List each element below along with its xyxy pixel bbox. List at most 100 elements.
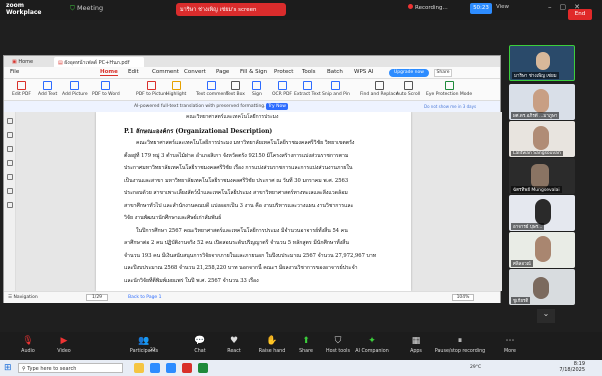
menu-protect[interactable]: Protect [274,69,293,75]
layers-icon[interactable] [7,188,13,194]
avatar [535,199,551,225]
bookmark-icon[interactable] [7,132,13,138]
file-explorer-icon[interactable] [134,363,144,373]
excel-icon[interactable] [198,363,208,373]
tab-document[interactable]: ▤ ผังอุดหน้าเฟลด์ PC+Hนภ.pdf [54,57,144,67]
audio-button[interactable]: 🎙 Audio [8,336,48,354]
menu-home[interactable]: Home [100,69,118,76]
menu-tools[interactable]: Tools [302,69,316,75]
tool-pdf-to-word[interactable]: PDF to Word [92,81,120,97]
try-now-button[interactable]: Try Now [266,103,288,110]
toolbar-label: AI Companion [355,349,389,354]
menu-fill-sign[interactable]: Fill & Sign [240,69,267,75]
tool-label: Text Box [226,92,245,97]
pdf-ribbon: Edit PDF Add Text Add Picture PDF to Word PD… [4,79,500,101]
windows-start-icon[interactable]: ⊞ [4,363,14,373]
document-canvas[interactable]: คณะวิทยาศาสตร์และเทคโนโลยีการประมง P.1 ล… [16,112,502,291]
thumbnail-icon[interactable] [7,118,13,124]
menu-comment[interactable]: Comment [152,69,179,75]
participant-tile[interactable]: Lalitwan Sangsouvan [509,121,575,157]
tool-icon [171,81,181,90]
tool-label: Sign [252,92,262,97]
toolbar-label: More [504,349,516,354]
windows-taskbar: ⊞ ⚲ Type here to search 29°C 8:19 7/18/2… [0,360,602,376]
tool-auto-scroll[interactable]: Auto Scroll [396,81,420,97]
tool-snip-and-pin[interactable]: Snip and Pin [322,81,350,97]
tool-extract-text[interactable]: Extract Text [294,81,321,97]
page-number-field[interactable]: 1/29 [86,294,108,301]
tool-find-and-replace[interactable]: Find and Replace [360,81,398,97]
chevron-down-icon[interactable]: ⌄ [537,309,555,323]
wps-pdf-icon[interactable] [182,363,192,373]
taskbar-clock[interactable]: 8:19 7/18/2025 [553,361,585,373]
participant-tile[interactable]: ฉัตรทิพย์ Mungsevalai [509,158,575,194]
avatar [533,126,549,150]
participants-button[interactable]: 👥 Participants 22 [124,336,164,354]
tool-add-text[interactable]: Add Text [38,81,57,97]
upgrade-button[interactable]: Upgrade now [389,69,429,77]
participant-tile[interactable]: มาริษา ช่างเพิญ เซ่ยม [509,45,575,81]
tool-highlight[interactable]: Highlight [166,81,186,97]
menu-file[interactable]: File [10,69,19,75]
menu-page[interactable]: Page [216,69,229,75]
attachment-icon[interactable] [7,160,13,166]
tab-home[interactable]: ▣ Home [8,57,38,67]
tool-text-box[interactable]: Text Box [226,81,245,97]
avatar [536,52,550,70]
menu-wps-ai[interactable]: WPS AI [354,69,373,75]
react-button[interactable]: ♥ React [214,336,254,354]
tool-label: Add Picture [62,92,88,97]
taskbar-search-input[interactable]: ⚲ Type here to search [18,363,123,373]
weather-widget[interactable]: 29°C [470,365,481,370]
tool-label: PDF to Word [92,92,120,97]
pdf-tab-bar: ▣ Home ▤ ผังอุดหน้าเฟลด์ PC+Hนภ.pdf [4,56,500,67]
back-to-page-link[interactable]: Back to Page 1 [128,295,162,300]
tool-text-comment[interactable]: Text comment [196,81,228,97]
apps-icon: ▦ [411,336,421,346]
signature-icon[interactable] [7,202,13,208]
tool-sign[interactable]: Sign [252,81,262,97]
zoom-app-icon[interactable] [166,363,176,373]
more-button[interactable]: ⋯ More [490,336,530,354]
participant-tile[interactable]: ชูเกียรติ [509,269,575,305]
tool-pdf-to-picture[interactable]: PDF to Picture [136,81,168,97]
tool-eye-protection-mode[interactable]: Eye Protection Mode [426,81,472,97]
tool-edit-pdf[interactable]: Edit PDF [12,81,31,97]
tool-icon [403,81,413,90]
participant-count-badge: 22 [150,348,156,353]
recording-indicator[interactable]: Recording... [408,4,448,11]
menu-batch[interactable]: Batch [327,69,343,75]
video-button[interactable]: ▶ Video [44,336,84,354]
tool-ocr-pdf[interactable]: OCR PDF [272,81,292,97]
screen-share-banner[interactable]: มาริษา ช่างเพิญ เซ่ยม's screen [176,3,286,16]
menu-edit[interactable]: Edit [128,69,139,75]
end-button[interactable]: End [568,9,592,20]
body-line: จำนวน 193 คน มีเงินสนับสนุนการวิจัยจากภา… [124,252,377,259]
view-button[interactable]: View [496,4,509,10]
menu-convert[interactable]: Convert [184,69,206,75]
share-icon: ⬆ [302,336,310,346]
participant-name: ผศ.ดร.อภิรดี ...มาภูษา [511,112,560,119]
pause-stop-recording-button[interactable]: ⏸ Pause/stop recording [430,336,490,354]
tool-icon [16,81,26,90]
comment-icon[interactable] [7,146,13,152]
zoom-percent-field[interactable]: 104% [452,294,474,301]
avatar [535,236,551,262]
share-button[interactable]: Share [434,69,452,77]
body-line: คณะวิทยาศาสตร์และเทคโนโลยีการประมง มหาวิ… [136,140,355,146]
edge-icon[interactable] [150,363,160,373]
chat-icon: 💬 [194,336,206,346]
navigation-toggle[interactable]: ☰ Navigation [8,295,38,300]
toolbar-label: Pause/stop recording [434,349,486,354]
participant-tile[interactable]: ศลิลอวณ์ [509,232,575,268]
tool-add-picture[interactable]: Add Picture [62,81,88,97]
body-line: ในปีการศึกษา 2567 คณะวิทยาศาสตร์และเทคโน… [136,227,348,234]
meeting-label: ⛉ Meeting [70,4,104,12]
search-icon[interactable] [7,174,13,180]
participant-tile[interactable]: ผศ.ดร.อภิรดี ...มาภูษา [509,84,575,120]
participant-name: มาริษา ช่างเพิญ เซ่ยม [512,72,559,79]
ai-dismiss-link[interactable]: Do not show me in 3 days [424,104,476,109]
ai-companion-button[interactable]: ✦ AI Companion [352,336,392,354]
participant-tile[interactable]: อาจารย์ บุษร... [509,195,575,231]
tool-icon [277,81,287,90]
